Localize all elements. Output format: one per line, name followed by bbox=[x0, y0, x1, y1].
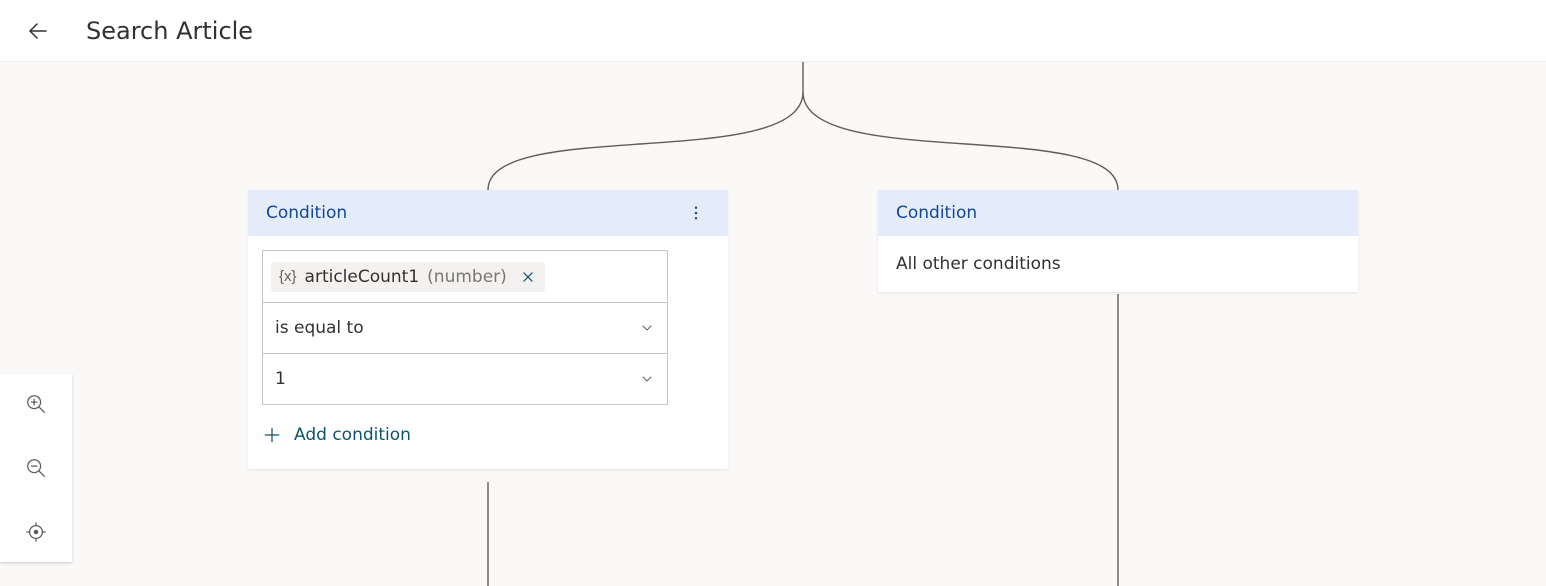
variable-type: (number) bbox=[427, 267, 507, 287]
zoom-out-icon bbox=[25, 457, 47, 479]
flow-connectors bbox=[0, 62, 1546, 586]
zoom-toolbar bbox=[0, 374, 72, 562]
condition-card[interactable]: Condition {x} articleCount1 (number) bbox=[248, 190, 728, 469]
variable-remove-button[interactable] bbox=[515, 270, 537, 284]
condition-value-dropdown[interactable]: 1 bbox=[263, 353, 667, 404]
more-vertical-icon bbox=[687, 204, 705, 222]
target-icon bbox=[25, 521, 47, 543]
chevron-down-icon bbox=[639, 320, 655, 336]
chevron-down-icon bbox=[639, 371, 655, 387]
condition-editor: {x} articleCount1 (number) is equal to bbox=[262, 250, 668, 405]
add-condition-label: Add condition bbox=[294, 425, 411, 445]
variable-chip: {x} articleCount1 (number) bbox=[271, 262, 545, 292]
variable-name: articleCount1 bbox=[305, 267, 420, 287]
zoom-out-button[interactable] bbox=[18, 450, 54, 486]
condition-card-header: Condition bbox=[248, 190, 728, 236]
recenter-button[interactable] bbox=[18, 514, 54, 550]
add-condition-button[interactable]: Add condition bbox=[262, 421, 411, 449]
zoom-in-icon bbox=[25, 393, 47, 415]
back-arrow-icon bbox=[26, 19, 50, 43]
page-title: Search Article bbox=[86, 17, 253, 45]
zoom-in-button[interactable] bbox=[18, 386, 54, 422]
card-more-button[interactable] bbox=[682, 199, 710, 227]
plus-icon bbox=[262, 425, 282, 445]
header-bar: Search Article bbox=[0, 0, 1546, 62]
close-icon bbox=[521, 270, 535, 284]
condition-operator-label: is equal to bbox=[275, 318, 364, 338]
condition-card-title: Condition bbox=[896, 203, 977, 223]
condition-variable-row[interactable]: {x} articleCount1 (number) bbox=[263, 251, 667, 302]
variable-prefix-icon: {x} bbox=[279, 268, 297, 285]
condition-card-title: Condition bbox=[266, 203, 347, 223]
condition-else-text: All other conditions bbox=[878, 236, 1358, 292]
back-button[interactable] bbox=[18, 11, 58, 51]
condition-value-label: 1 bbox=[275, 369, 286, 389]
condition-operator-dropdown[interactable]: is equal to bbox=[263, 302, 667, 353]
condition-card-body: {x} articleCount1 (number) is equal to bbox=[248, 236, 728, 469]
flow-canvas: Condition {x} articleCount1 (number) bbox=[0, 62, 1546, 586]
condition-card-else[interactable]: Condition All other conditions bbox=[878, 190, 1358, 292]
condition-card-header: Condition bbox=[878, 190, 1358, 236]
